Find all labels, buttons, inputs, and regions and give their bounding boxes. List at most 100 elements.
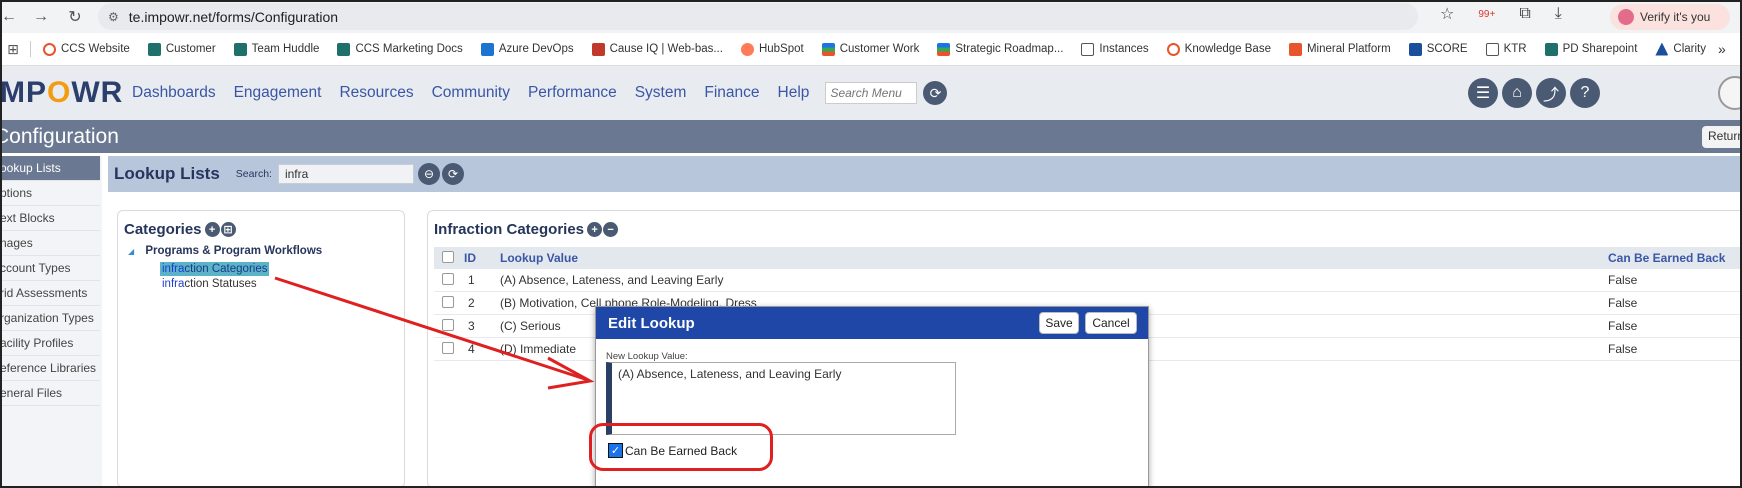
- download-icon[interactable]: ⤓: [1555, 5, 1562, 23]
- app-logo[interactable]: MPOWR: [0, 76, 122, 110]
- bookmark-favicon-icon: [740, 42, 754, 56]
- bookmark-favicon-icon: [43, 42, 56, 56]
- refresh-search-icon[interactable]: ⟳: [441, 163, 464, 185]
- row-checkbox[interactable]: [442, 319, 454, 331]
- bookmark-favicon-icon: [1166, 42, 1180, 56]
- sidebar-item-general-files[interactable]: eneral Files: [0, 381, 100, 406]
- col-id[interactable]: ID: [464, 251, 476, 265]
- refresh-icon[interactable]: ⟳: [923, 81, 948, 105]
- save-button[interactable]: Save: [1039, 312, 1079, 334]
- search-menu-input[interactable]: [825, 82, 918, 104]
- bookmark-item[interactable]: CCS Website: [43, 42, 130, 56]
- browser-toolbar: ← → ↻ ⚙ te.impowr.net/forms/Configuratio…: [0, 0, 1742, 33]
- row-checkbox[interactable]: [442, 342, 454, 354]
- menu-finance[interactable]: Finance: [704, 84, 759, 102]
- verify-button[interactable]: Verify it's you: [1610, 4, 1730, 30]
- profile-avatar-icon: [1618, 9, 1634, 25]
- forward-icon[interactable]: →: [26, 8, 56, 26]
- return-button[interactable]: Return: [1702, 126, 1742, 148]
- menu-engagement[interactable]: Engagement: [234, 84, 322, 102]
- row-checkbox[interactable]: [442, 296, 454, 308]
- bookmark-item[interactable]: Clarity: [1655, 42, 1706, 56]
- help-icon[interactable]: ?: [1570, 78, 1600, 108]
- tree-group[interactable]: ◢ Programs & Program Workflows: [128, 245, 322, 257]
- bookmarks-bar: ⊞ CCS Website Customer Team Huddle CCS M…: [0, 33, 1742, 66]
- sidebar-item-images[interactable]: nages: [0, 231, 100, 256]
- share-icon[interactable]: ⤴: [1536, 78, 1566, 108]
- url-text: te.impowr.net/forms/Configuration: [128, 8, 339, 25]
- expand-all-icon[interactable]: ⊞: [220, 222, 236, 237]
- bookmark-item[interactable]: PD Sharepoint: [1544, 42, 1637, 56]
- lookup-lists-title: Lookup Lists: [114, 164, 220, 183]
- bookmark-item[interactable]: Customer: [147, 42, 216, 56]
- col-can-be-earned-back[interactable]: Can Be Earned Back: [1608, 251, 1725, 265]
- remove-lookup-icon[interactable]: −: [603, 222, 619, 237]
- bookmark-favicon-icon: [233, 42, 247, 56]
- bookmark-item[interactable]: Strategic Roadmap...: [937, 42, 1063, 56]
- home-icon[interactable]: ⌂: [1502, 78, 1532, 108]
- bookmark-favicon-icon: [1544, 42, 1558, 56]
- list-icon[interactable]: ☰: [1468, 78, 1498, 108]
- menu-help[interactable]: Help: [778, 84, 810, 102]
- bookmark-favicon-icon: [480, 42, 494, 56]
- annotation-highlight: [589, 423, 773, 471]
- bookmark-star-icon[interactable]: ☆: [1440, 4, 1454, 24]
- bookmark-item[interactable]: Team Huddle: [233, 42, 319, 56]
- categories-panel: Categories + ⊞ ◢ Programs & Program Work…: [117, 210, 405, 488]
- categories-title: Categories + ⊞: [124, 221, 236, 238]
- menu-community[interactable]: Community: [432, 84, 510, 102]
- sidebar-item-organization-types[interactable]: rganization Types: [0, 306, 100, 331]
- menu-resources[interactable]: Resources: [339, 84, 413, 102]
- user-avatar[interactable]: [1718, 76, 1742, 110]
- sidebar-item-lookup-lists[interactable]: ookup Lists: [0, 156, 100, 181]
- add-category-icon[interactable]: +: [204, 222, 220, 237]
- add-lookup-icon[interactable]: +: [587, 222, 603, 237]
- address-bar[interactable]: ⚙ te.impowr.net/forms/Configuration: [98, 3, 1418, 30]
- search-label: Search:: [235, 168, 272, 180]
- apps-grid-icon[interactable]: ⊞: [0, 41, 26, 58]
- menu-system[interactable]: System: [635, 84, 687, 102]
- sidebar-item-options[interactable]: ptions: [0, 181, 100, 206]
- bookmark-item[interactable]: Customer Work: [821, 42, 919, 56]
- col-lookup-value[interactable]: Lookup Value: [500, 251, 578, 265]
- folder-icon: [1485, 42, 1499, 56]
- bookmark-item[interactable]: Azure DevOps: [480, 42, 574, 56]
- back-icon[interactable]: ←: [0, 8, 18, 26]
- bookmark-favicon-icon: [1288, 42, 1302, 56]
- folder-icon: [1081, 42, 1095, 56]
- bookmark-item[interactable]: CCS Marketing Docs: [337, 42, 463, 56]
- select-all-checkbox[interactable]: [442, 251, 454, 263]
- bookmark-favicon-icon: [937, 42, 951, 56]
- bookmark-item[interactable]: SCORE: [1408, 42, 1468, 56]
- infraction-title: Infraction Categories + −: [434, 221, 619, 238]
- sidebar-item-reference-libraries[interactable]: eference Libraries: [0, 356, 100, 381]
- cancel-button[interactable]: Cancel: [1085, 312, 1137, 334]
- bookmark-item[interactable]: Mineral Platform: [1288, 42, 1391, 56]
- row-checkbox[interactable]: [442, 273, 454, 285]
- bookmark-item[interactable]: Knowledge Base: [1166, 42, 1271, 56]
- tree-expand-icon[interactable]: ◢: [128, 247, 134, 256]
- reload-icon[interactable]: ↻: [60, 7, 90, 27]
- site-info-icon[interactable]: ⚙: [108, 10, 119, 24]
- sidebar-item-grid-assessments[interactable]: rid Assessments: [0, 281, 100, 306]
- extensions-icon[interactable]: ⧉: [1519, 5, 1530, 23]
- sidebar-item-account-types[interactable]: ccount Types: [0, 256, 100, 281]
- menu-dashboards[interactable]: Dashboards: [132, 84, 216, 102]
- sidebar-item-facility-profiles[interactable]: acility Profiles: [0, 331, 100, 356]
- clear-search-icon[interactable]: ⊖: [417, 163, 440, 185]
- bookmark-favicon-icon: [1408, 42, 1422, 56]
- more-bookmarks-icon[interactable]: »: [1718, 41, 1726, 57]
- lookup-search-input[interactable]: infra: [277, 164, 414, 184]
- tree-item-infraction-statuses[interactable]: infraction Statuses: [162, 278, 257, 290]
- bookmark-favicon-icon: [1655, 42, 1669, 56]
- app-header: MPOWR Dashboards Engagement Resources Co…: [0, 66, 1742, 120]
- bookmark-folder[interactable]: Instances: [1081, 42, 1149, 56]
- bookmark-item[interactable]: Cause IQ | Web-bas...: [591, 42, 723, 56]
- bookmark-item[interactable]: HubSpot: [740, 42, 804, 56]
- sidebar-item-text-blocks[interactable]: ext Blocks: [0, 206, 100, 231]
- tree-item-infraction-categories[interactable]: infraction Categories: [160, 262, 270, 276]
- bookmark-folder[interactable]: KTR: [1485, 42, 1527, 56]
- table-row[interactable]: 1 (A) Absence, Lateness, and Leaving Ear…: [434, 269, 1742, 292]
- extension-badge-icon[interactable]: 99+: [1478, 9, 1495, 20]
- menu-performance[interactable]: Performance: [528, 84, 617, 102]
